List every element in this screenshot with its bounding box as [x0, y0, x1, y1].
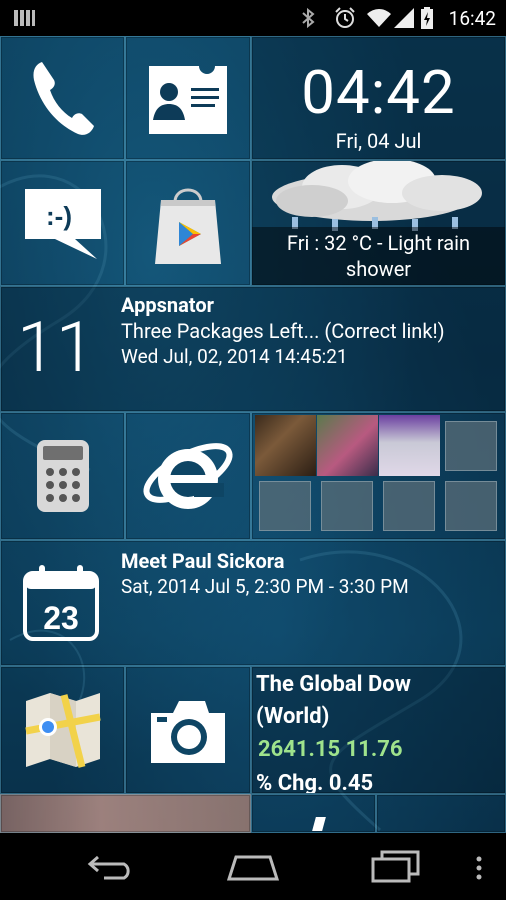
alarm-icon [333, 0, 357, 36]
clock-tile[interactable]: 04:42 Fri, 04 Jul [251, 36, 506, 160]
back-button[interactable] [86, 851, 136, 885]
weather-summary: Fri : 32 °C - Light rain shower [252, 227, 505, 285]
weather-tile[interactable]: Fri : 32 °C - Light rain shower [251, 160, 506, 286]
contact-placeholder[interactable] [321, 481, 373, 531]
calculator-tile[interactable] [0, 412, 125, 540]
photo-gallery-tile[interactable] [0, 794, 251, 833]
clock-date: Fri, 04 Jul [335, 129, 422, 153]
email-tile[interactable]: 11 Appsnator Three Packages Left... (Cor… [0, 286, 506, 412]
camera-icon [151, 701, 225, 763]
calendar-icon: 23 [21, 563, 101, 647]
email-subject: Three Packages Left... (Correct link!) [121, 319, 445, 343]
wifi-icon [366, 0, 392, 36]
notification-bars-icon [14, 0, 36, 36]
partial-tile[interactable] [376, 794, 506, 833]
maps-tile[interactable] [0, 666, 125, 794]
stock-name-line-2: (World) [256, 704, 330, 729]
home-button[interactable] [226, 853, 280, 885]
event-title: Meet Paul Sickora [121, 549, 285, 573]
status-time: 16:42 [448, 6, 496, 30]
bluetooth-icon [300, 0, 316, 36]
status-bar: 16:42 [0, 0, 506, 36]
weather-line-2: shower [345, 257, 412, 281]
home-icon [226, 855, 280, 881]
recent-apps-button[interactable] [370, 849, 422, 887]
signal-icon [393, 0, 415, 36]
calculator-icon [36, 440, 89, 512]
contact-placeholder[interactable] [445, 421, 497, 471]
phone-icon [32, 62, 94, 135]
contact-card-icon [149, 66, 227, 134]
weather-line-1: Fri : 32 °C - Light rain [286, 231, 471, 255]
stock-name: The Global Dow (World) [256, 669, 411, 733]
battery-charging-icon [420, 0, 434, 36]
contact-placeholder[interactable] [259, 481, 311, 531]
stock-name-line-1: The Global Dow [256, 672, 411, 697]
contact-placeholder[interactable] [383, 481, 435, 531]
calendar-icon-day: 23 [43, 600, 79, 636]
maps-icon [24, 693, 101, 768]
stock-change: % Chg. 0.45 [256, 771, 374, 794]
play-store-tile[interactable] [125, 160, 251, 286]
internet-explorer-icon [143, 443, 233, 509]
message-bubble-icon: :-) [24, 189, 101, 259]
browser-tile[interactable] [125, 412, 251, 540]
email-sender: Appsnator [121, 293, 214, 317]
svg-text::-): :-) [46, 201, 72, 231]
event-time: Sat, 2014 Jul 5, 2:30 PM - 3:30 PM [121, 575, 409, 598]
phone-tile[interactable] [0, 36, 125, 160]
partial-tile[interactable] [251, 794, 376, 833]
clock-time: 04:42 [301, 57, 456, 128]
camera-tile[interactable] [125, 666, 251, 794]
contacts-tile[interactable] [125, 36, 251, 160]
calendar-tile[interactable]: 23 Meet Paul Sickora Sat, 2014 Jul 5, 2:… [0, 540, 506, 666]
back-icon [87, 855, 130, 880]
contact-photo-2[interactable] [317, 415, 378, 476]
overflow-menu-button[interactable] [474, 855, 484, 885]
email-date: Wed Jul, 02, 2014 14:45:21 [121, 345, 348, 368]
messaging-tile[interactable]: :-) [0, 160, 125, 286]
overflow-menu-icon [476, 856, 482, 880]
people-photos-tile[interactable] [251, 412, 506, 540]
contact-placeholder[interactable] [445, 481, 497, 531]
partial-glyph [312, 817, 326, 831]
contact-photo-3[interactable] [379, 415, 440, 476]
recent-apps-icon [371, 850, 420, 883]
cloud-rain-icon [272, 161, 482, 231]
navigation-bar [0, 833, 506, 900]
stock-tile[interactable]: The Global Dow (World) 2641.15 11.76 % C… [251, 666, 506, 794]
contact-photo-1[interactable] [255, 415, 316, 476]
home-screen: 16:42 04:42 Fri, 04 Jul :-) Fri: 32 °C … [0, 0, 506, 900]
stock-value: 2641.15 11.76 [258, 737, 403, 762]
unread-count: 11 [17, 307, 95, 389]
play-store-icon [155, 188, 221, 264]
